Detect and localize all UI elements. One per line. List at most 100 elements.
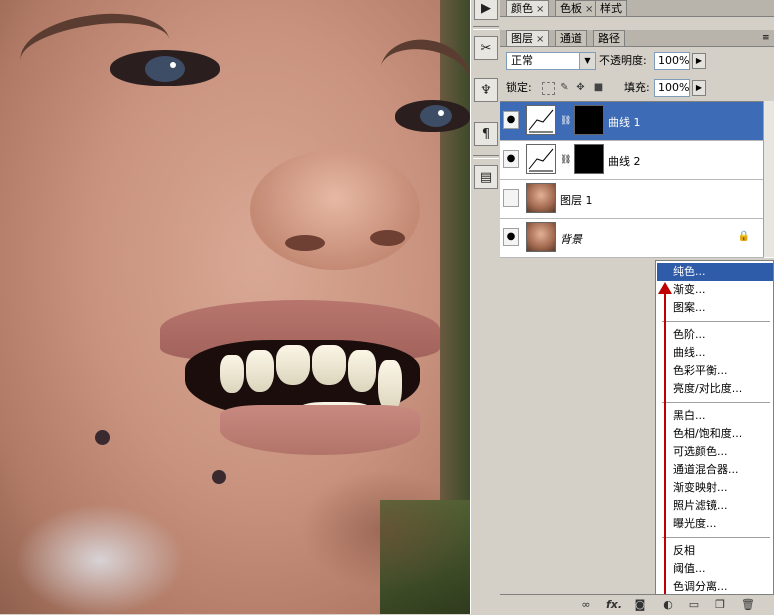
add-mask-icon[interactable]: ◙ bbox=[632, 597, 648, 613]
menu-item-brightness-contrast[interactable]: 亮度/对比度... bbox=[657, 380, 773, 398]
layer-row-curves-2[interactable]: ● ⛓ 曲线 2 bbox=[500, 141, 764, 180]
opacity-value: 100% bbox=[658, 54, 690, 67]
tab-label: 样式 bbox=[600, 2, 622, 15]
menu-item-black-white[interactable]: 黑白... bbox=[657, 407, 773, 425]
menu-item-curves[interactable]: 曲线... bbox=[657, 344, 773, 362]
link-icon: ⛓ bbox=[560, 116, 572, 126]
tools-icon[interactable]: ✂ bbox=[474, 36, 498, 60]
tooth bbox=[276, 345, 310, 385]
eye-icon[interactable]: ● bbox=[503, 150, 519, 168]
layer-thumbnail bbox=[526, 222, 556, 252]
mole bbox=[95, 430, 110, 445]
menu-item-solid-color[interactable]: 纯色... bbox=[657, 263, 773, 281]
clone-source-icon[interactable]: ♆ bbox=[474, 78, 498, 102]
adjustment-layer-menu: 纯色... 渐变... 图案... 色阶... 曲线... 色彩平衡... 亮度… bbox=[655, 260, 774, 597]
tab-swatches[interactable]: 色板 × bbox=[555, 0, 599, 16]
eye-hidden-icon[interactable] bbox=[503, 189, 519, 207]
annotation-arrow-head-icon bbox=[658, 282, 672, 294]
tab-label: 色板 bbox=[560, 2, 582, 15]
lock-icon: 🔒 bbox=[737, 231, 750, 242]
layer-thumbnail bbox=[526, 183, 556, 213]
paragraph-icon[interactable]: ¶ bbox=[474, 122, 498, 146]
fill-value: 100% bbox=[658, 81, 690, 94]
fill-label: 填充: bbox=[624, 81, 650, 94]
tab-channels[interactable]: 通道 bbox=[555, 30, 587, 46]
layers-bottom-toolbar: ∞ fx. ◙ ◐ ▭ ❐ 🗑 bbox=[500, 594, 774, 615]
fill-slider-button[interactable]: ▶ bbox=[692, 80, 706, 96]
close-icon[interactable]: × bbox=[585, 4, 593, 15]
tab-label: 图层 bbox=[511, 32, 533, 45]
blend-mode-select[interactable]: 正常 ▼ bbox=[506, 52, 596, 70]
layer-name: 曲线 1 bbox=[608, 116, 641, 129]
lock-all-icon[interactable]: ■ bbox=[592, 82, 605, 95]
tooth bbox=[312, 345, 346, 385]
tooth bbox=[220, 355, 244, 393]
close-icon[interactable]: × bbox=[536, 4, 544, 15]
actions-play-icon[interactable]: ▶ bbox=[474, 0, 498, 20]
nostril-right bbox=[370, 230, 405, 246]
blend-mode-value: 正常 bbox=[511, 54, 533, 67]
new-layer-icon[interactable]: ❐ bbox=[712, 597, 728, 613]
menu-item-gradient-map[interactable]: 渐变映射... bbox=[657, 479, 773, 497]
opacity-label: 不透明度: bbox=[599, 54, 647, 67]
menu-item-channel-mixer[interactable]: 通道混合器... bbox=[657, 461, 773, 479]
layer-row-layer-1[interactable]: 图层 1 bbox=[500, 180, 764, 219]
nose bbox=[250, 150, 420, 270]
lock-label: 锁定: bbox=[506, 81, 532, 94]
layer-mask-thumbnail[interactable] bbox=[574, 105, 604, 135]
layers-scrollbar[interactable] bbox=[763, 101, 774, 257]
blend-opacity-row: 正常 ▼ 不透明度: 100% ▶ bbox=[500, 50, 774, 74]
panel-menu-icon[interactable]: ≡ bbox=[762, 30, 770, 46]
eye-icon[interactable]: ● bbox=[503, 228, 519, 246]
menu-item-exposure[interactable]: 曝光度... bbox=[657, 515, 773, 533]
info-panel-icon[interactable]: ▤ bbox=[474, 165, 498, 189]
eye-icon[interactable]: ● bbox=[503, 111, 519, 129]
panel-dock: ▶ ✂ ♆ ¶ ▤ bbox=[470, 0, 502, 614]
tab-label: 路径 bbox=[598, 32, 620, 45]
tab-styles[interactable]: 样式 bbox=[595, 0, 627, 16]
lock-transparency-icon[interactable] bbox=[542, 82, 555, 95]
opacity-slider-button[interactable]: ▶ bbox=[692, 53, 706, 69]
tab-label: 通道 bbox=[560, 32, 582, 45]
layer-mask-thumbnail[interactable] bbox=[574, 144, 604, 174]
close-icon[interactable]: × bbox=[536, 34, 544, 45]
menu-item-pattern[interactable]: 图案... bbox=[657, 299, 773, 317]
lock-pixels-icon[interactable]: ✎ bbox=[558, 82, 571, 95]
menu-item-levels[interactable]: 色阶... bbox=[657, 326, 773, 344]
menu-item-invert[interactable]: 反相 bbox=[657, 542, 773, 560]
menu-item-selective-color[interactable]: 可选颜色... bbox=[657, 443, 773, 461]
menu-item-hue-saturation[interactable]: 色相/饱和度... bbox=[657, 425, 773, 443]
tab-color[interactable]: 颜色 × bbox=[506, 0, 550, 16]
link-layers-icon[interactable]: ∞ bbox=[578, 597, 594, 613]
fill-input[interactable]: 100% bbox=[654, 79, 690, 97]
tab-paths[interactable]: 路径 bbox=[593, 30, 625, 46]
layer-row-curves-1[interactable]: ● ⛓ 曲线 1 bbox=[500, 102, 764, 141]
curves-thumbnail-icon bbox=[526, 105, 556, 135]
opacity-input[interactable]: 100% bbox=[654, 52, 690, 70]
layer-row-background[interactable]: ● 背景 🔒 bbox=[500, 219, 764, 258]
tooth bbox=[348, 350, 376, 392]
menu-item-gradient[interactable]: 渐变... bbox=[657, 281, 773, 299]
left-eye bbox=[110, 50, 220, 86]
tooth bbox=[246, 350, 274, 392]
color-panel-tabs: 颜色 × 色板 × 样式 bbox=[500, 0, 774, 17]
menu-item-photo-filter[interactable]: 照片滤镜... bbox=[657, 497, 773, 515]
lock-position-icon[interactable]: ✥ bbox=[574, 82, 587, 95]
new-group-icon[interactable]: ▭ bbox=[686, 597, 702, 613]
tab-layers[interactable]: 图层 × bbox=[506, 30, 550, 46]
image-canvas[interactable] bbox=[0, 0, 470, 614]
lock-fill-row: 锁定: ✎ ✥ ■ 填充: 100% ▶ bbox=[500, 77, 774, 101]
annotation-arrow-line bbox=[664, 290, 666, 606]
trash-icon[interactable]: 🗑 bbox=[740, 597, 756, 613]
layers-panel-tabs: 图层 × 通道 路径 ≡ bbox=[500, 30, 774, 47]
fx-icon[interactable]: fx. bbox=[606, 597, 622, 613]
mole bbox=[212, 470, 226, 484]
new-adjustment-layer-icon[interactable]: ◐ bbox=[660, 597, 676, 613]
lower-lip bbox=[220, 405, 420, 455]
menu-item-color-balance[interactable]: 色彩平衡... bbox=[657, 362, 773, 380]
layer-name: 曲线 2 bbox=[608, 155, 641, 168]
menu-item-threshold[interactable]: 阈值... bbox=[657, 560, 773, 578]
layers-list: ● ⛓ 曲线 1 ● ⛓ 曲线 2 图层 1 ● 背景 🔒 bbox=[500, 101, 774, 258]
layer-name: 图层 1 bbox=[560, 194, 593, 207]
menu-divider bbox=[662, 402, 770, 403]
